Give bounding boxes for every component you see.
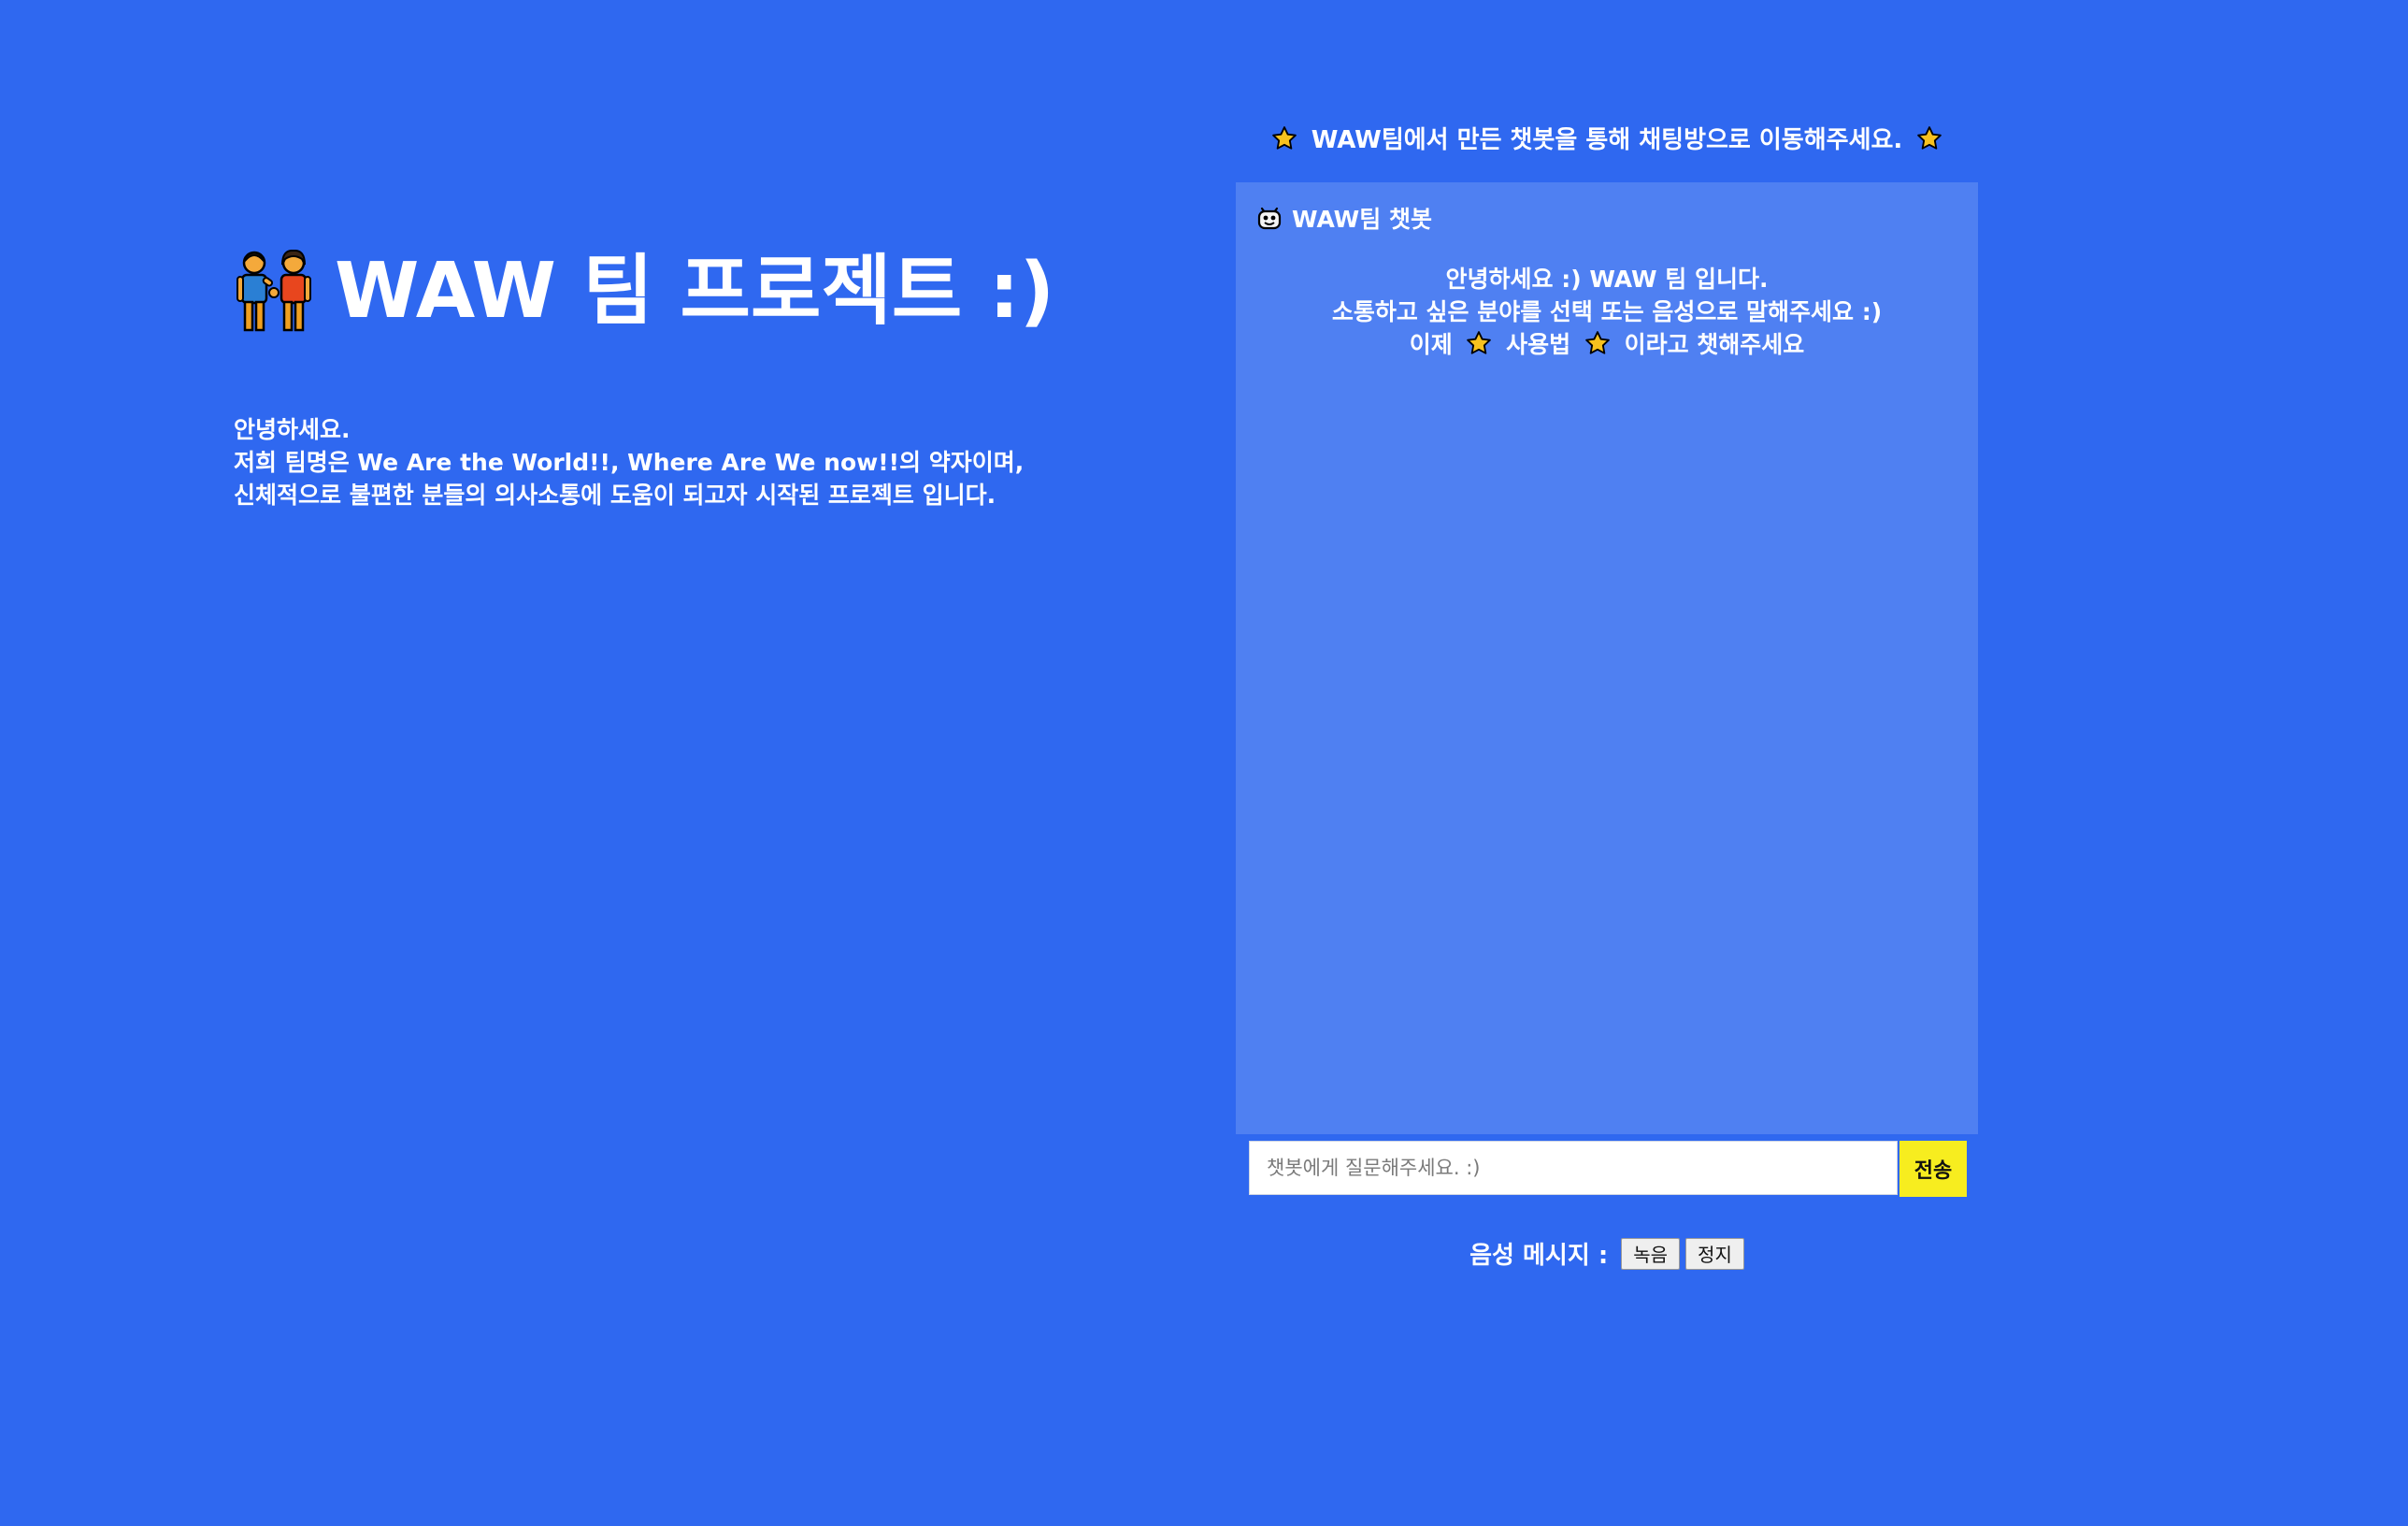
voice-message-label: 음성 메시지 : — [1469, 1242, 1609, 1270]
intro-section: WAW 팀 프로젝트 :) 안녕하세요. 저희 팀명은 We Are the W… — [234, 245, 1168, 511]
robot-face-icon — [1257, 207, 1282, 230]
greeting-keyword: 사용법 — [1506, 331, 1571, 358]
star-icon — [1585, 331, 1610, 354]
chat-header: WAW팀 챗봇 — [1256, 201, 1432, 235]
star-icon — [1467, 331, 1492, 354]
greeting-prefix: 이제 — [1409, 331, 1453, 358]
chat-notice: WAW팀에서 만든 챗봇을 통해 채팅방으로 이동해주세요. — [1236, 122, 1978, 159]
page-title: WAW 팀 프로젝트 :) — [234, 245, 1168, 338]
star-icon — [1917, 126, 1942, 150]
bot-greeting-message: 안녕하세요 :) WAW 팀 입니다. 소통하고 싶은 분야를 선택 또는 음성… — [1236, 263, 1978, 361]
page-title-text: WAW 팀 프로젝트 :) — [335, 247, 1055, 336]
greeting-line: 이제 사용법 이라고 챗해주세요 — [1236, 328, 1978, 361]
send-button[interactable]: 전송 — [1899, 1141, 1967, 1197]
chat-title: WAW팀 챗봇 — [1292, 206, 1432, 233]
record-button[interactable]: 녹음 — [1621, 1237, 1681, 1270]
stop-button[interactable]: 정지 — [1685, 1237, 1744, 1270]
chat-input[interactable] — [1249, 1141, 1898, 1195]
people-holding-hands-icon — [234, 249, 314, 334]
star-icon — [1271, 126, 1297, 150]
chat-panel[interactable]: WAW팀 챗봇 안녕하세요 :) WAW 팀 입니다. 소통하고 싶은 분야를 … — [1236, 182, 1978, 1134]
greeting-line: 소통하고 싶은 분야를 선택 또는 음성으로 말해주세요 :) — [1331, 298, 1883, 325]
voice-message-controls: 음성 메시지 : 녹음 정지 — [1236, 1236, 1978, 1271]
chat-notice-text: WAW팀에서 만든 챗봇을 통해 채팅방으로 이동해주세요. — [1311, 126, 1903, 154]
intro-line: 저희 팀명은 We Are the World!!, Where Are We … — [234, 449, 1025, 476]
intro-line: 안녕하세요. — [234, 416, 351, 443]
page: WAW 팀 프로젝트 :) 안녕하세요. 저희 팀명은 We Are the W… — [0, 0, 2408, 1526]
intro-text: 안녕하세요. 저희 팀명은 We Are the World!!, Where … — [234, 413, 1168, 511]
greeting-suffix: 이라고 챗해주세요 — [1624, 331, 1805, 358]
intro-line: 신체적으로 불편한 분들의 의사소통에 도움이 되고자 시작된 프로젝트 입니다… — [234, 482, 996, 509]
chat-input-row: 전송 — [1249, 1141, 1967, 1197]
greeting-line: 안녕하세요 :) WAW 팀 입니다. — [1445, 266, 1769, 293]
